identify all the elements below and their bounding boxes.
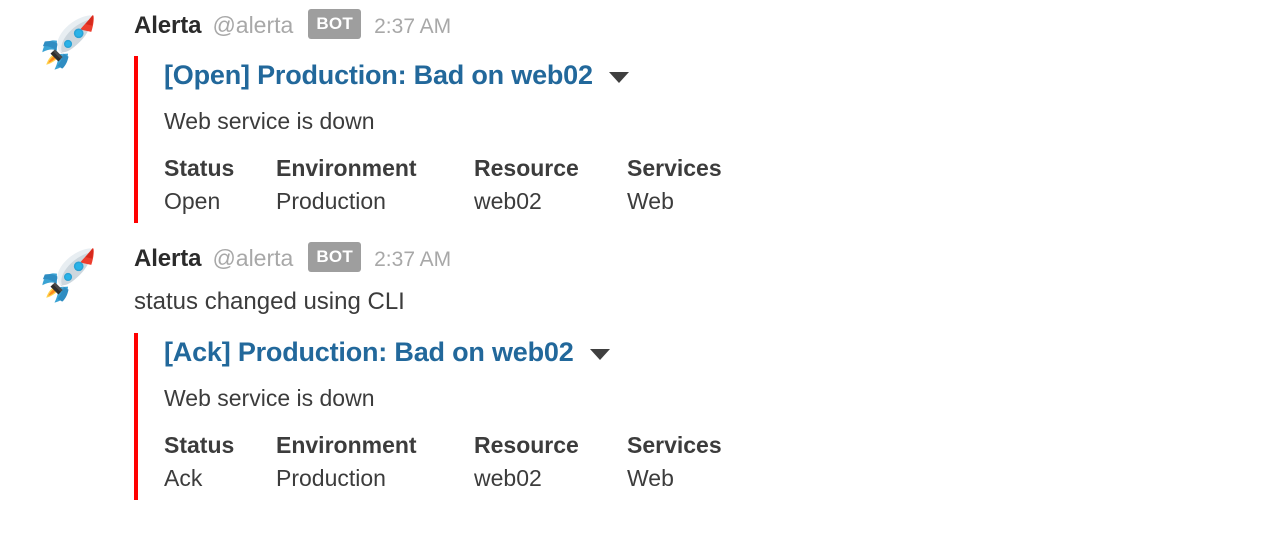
- attachment-title-link[interactable]: [Ack] Production: Bad on web02: [164, 333, 574, 371]
- message-text: status changed using CLI: [134, 288, 405, 315]
- message-body: Alerta @alerta BOT 2:37 AM status change…: [134, 241, 1266, 500]
- field-title: Resource: [474, 432, 579, 458]
- message-header: Alerta @alerta BOT 2:37 AM: [134, 8, 1266, 42]
- field-value: Ack: [164, 465, 203, 491]
- chat-message: Alerta @alerta BOT 2:37 AM status change…: [0, 223, 1266, 500]
- field-title: Status: [164, 155, 235, 181]
- message-username[interactable]: Alerta: [134, 242, 202, 276]
- message-handle[interactable]: @alerta: [212, 8, 293, 42]
- chevron-down-icon[interactable]: [589, 348, 610, 360]
- bot-badge: BOT: [308, 9, 362, 39]
- field-title: Environment: [276, 432, 417, 458]
- field-value: Production: [276, 188, 386, 214]
- field-value: Production: [276, 465, 386, 491]
- rocket-emoji: [38, 12, 102, 74]
- field-environment: Environment Production: [276, 154, 474, 219]
- message-timestamp[interactable]: 2:37 AM: [374, 243, 451, 277]
- field-resource: Resource web02: [474, 431, 627, 496]
- field-title: Status: [164, 432, 235, 458]
- chat-message: Alerta @alerta BOT 2:37 AM [Open] Produc…: [0, 0, 1266, 223]
- attachment-description: Web service is down: [164, 385, 375, 411]
- attachment-fields: Status Ack Environment Production Resour…: [164, 413, 1266, 496]
- message-username[interactable]: Alerta: [134, 9, 202, 43]
- field-value: web02: [474, 465, 542, 491]
- message-header: Alerta @alerta BOT 2:37 AM: [134, 241, 1266, 275]
- avatar[interactable]: [38, 245, 102, 307]
- attachment-fields: Status Open Environment Production Resou…: [164, 136, 1266, 219]
- field-status: Status Open: [164, 154, 276, 219]
- avatar[interactable]: [38, 12, 102, 74]
- field-services: Services Web: [627, 154, 747, 219]
- field-title: Resource: [474, 155, 579, 181]
- attachment-title-link[interactable]: [Open] Production: Bad on web02: [164, 56, 593, 94]
- message-timestamp[interactable]: 2:37 AM: [374, 10, 451, 44]
- field-value: web02: [474, 188, 542, 214]
- field-title: Environment: [276, 155, 417, 181]
- alert-attachment: [Ack] Production: Bad on web02 Web servi…: [134, 333, 1266, 500]
- field-value: Open: [164, 188, 221, 214]
- chevron-down-icon[interactable]: [608, 71, 629, 83]
- field-title: Services: [627, 432, 722, 458]
- field-environment: Environment Production: [276, 431, 474, 496]
- message-handle[interactable]: @alerta: [212, 241, 293, 275]
- alert-attachment: [Open] Production: Bad on web02 Web serv…: [134, 56, 1266, 223]
- field-resource: Resource web02: [474, 154, 627, 219]
- rocket-emoji: [38, 245, 102, 307]
- chat-message-list: Alerta @alerta BOT 2:37 AM [Open] Produc…: [0, 0, 1266, 556]
- attachment-title-row: [Ack] Production: Bad on web02: [164, 333, 1266, 371]
- field-status: Status Ack: [164, 431, 276, 496]
- field-title: Services: [627, 155, 722, 181]
- message-body: Alerta @alerta BOT 2:37 AM [Open] Produc…: [134, 8, 1266, 223]
- attachment-description: Web service is down: [164, 108, 375, 134]
- field-services: Services Web: [627, 431, 747, 496]
- field-value: Web: [627, 465, 674, 491]
- field-value: Web: [627, 188, 674, 214]
- attachment-title-row: [Open] Production: Bad on web02: [164, 56, 1266, 94]
- bot-badge: BOT: [308, 242, 362, 272]
